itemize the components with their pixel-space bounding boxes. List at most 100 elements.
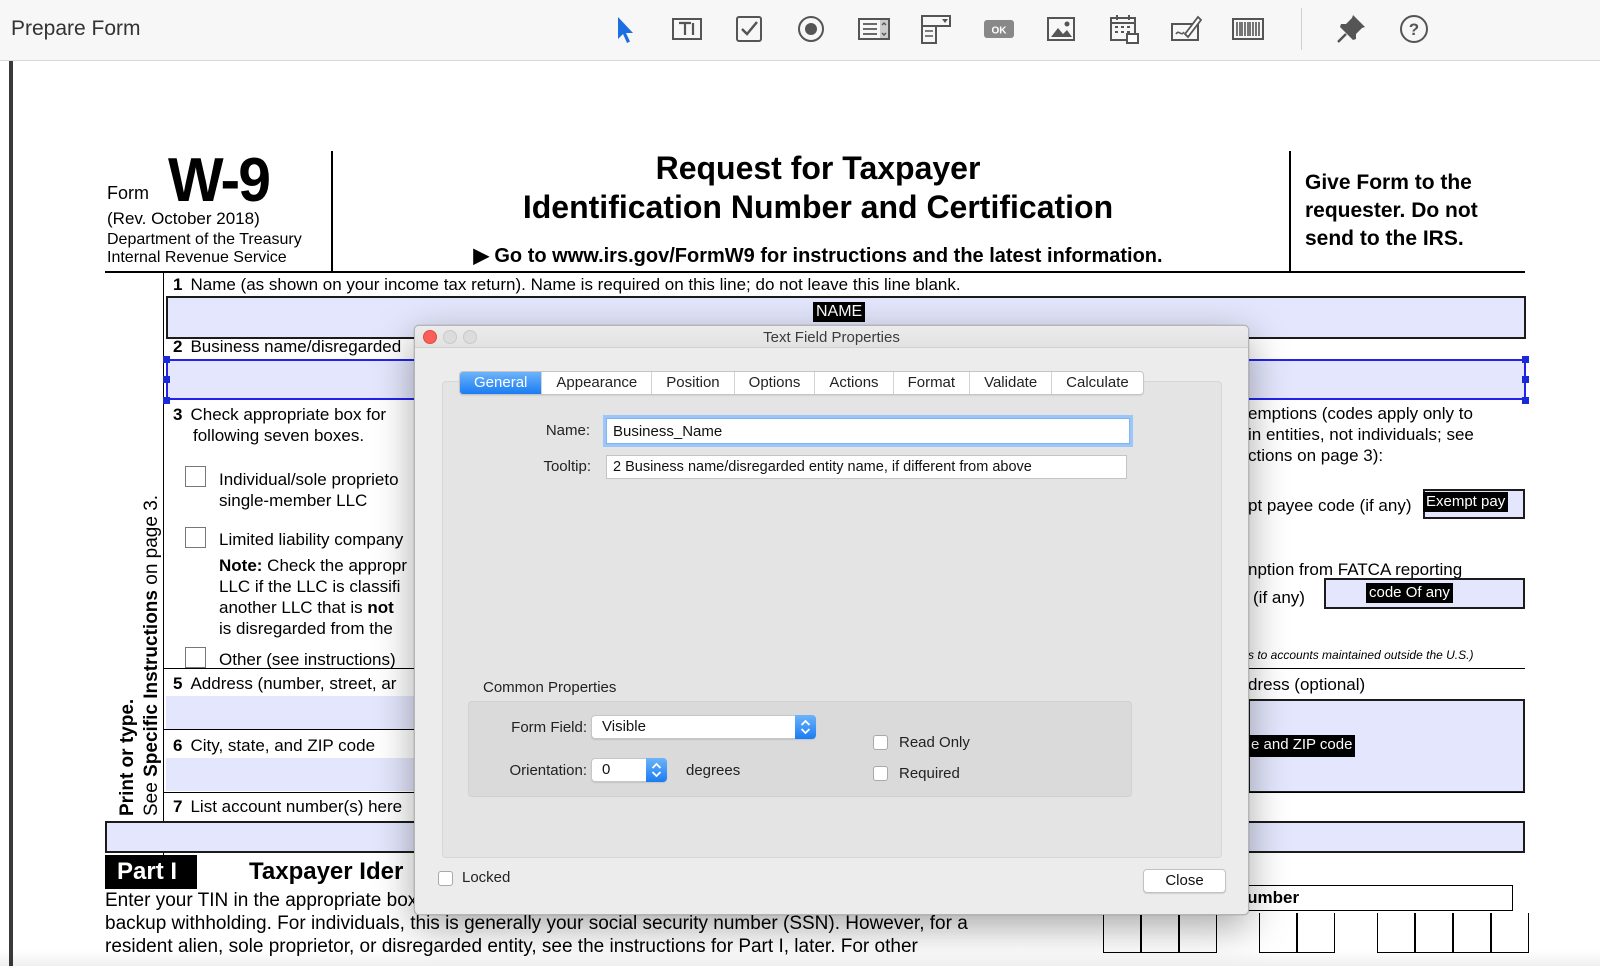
- dialog-title: Text Field Properties: [415, 329, 1248, 346]
- form-field-select[interactable]: Visible: [591, 715, 816, 739]
- ssn-digit-box[interactable]: [1179, 913, 1217, 953]
- note-bold: Note:: [219, 556, 262, 575]
- note-line4: is disregarded from the: [219, 618, 407, 639]
- address-field[interactable]: [166, 696, 446, 729]
- checkbox-other-label: Other (see instructions): [219, 649, 396, 670]
- header-rule: [105, 271, 1525, 273]
- tab-options[interactable]: Options: [734, 372, 815, 394]
- updown-chevron-icon: [646, 758, 667, 782]
- form-title: Request for Taxpayer Identification Numb…: [343, 149, 1293, 227]
- resize-handle-mr[interactable]: [1522, 376, 1529, 383]
- resize-handle-tl[interactable]: [163, 356, 170, 363]
- line1-text: Name (as shown on your income tax return…: [190, 275, 960, 294]
- dialog-titlebar[interactable]: Text Field Properties: [415, 326, 1248, 348]
- checkbox-llc-label: Limited liability company: [219, 529, 403, 550]
- read-only-checkbox[interactable]: [873, 735, 888, 750]
- applies-note: s to accounts maintained outside the U.S…: [1248, 645, 1473, 666]
- tab-calculate[interactable]: Calculate: [1051, 372, 1143, 394]
- resize-handle-bl[interactable]: [163, 397, 170, 404]
- note-line3b: not: [367, 598, 393, 617]
- tab-actions[interactable]: Actions: [814, 372, 892, 394]
- line7-text: List account number(s) here: [190, 797, 402, 816]
- form-revision: (Rev. October 2018): [107, 209, 260, 229]
- list-box-icon[interactable]: [854, 9, 894, 49]
- required-checkbox[interactable]: [873, 766, 888, 781]
- line7-label: 7 List account number(s) here: [173, 797, 402, 817]
- checkbox-other[interactable]: [185, 647, 206, 668]
- department-text: Department of the Treasury: [107, 231, 337, 249]
- button-icon[interactable]: OK: [979, 9, 1019, 49]
- form-goto-instruction: ▶ Go to www.irs.gov/FormW9 for instructi…: [343, 243, 1293, 268]
- required-label: Required: [899, 765, 960, 782]
- ssn-digit-box[interactable]: [1491, 913, 1529, 953]
- text-field-icon[interactable]: [667, 9, 707, 49]
- pin-icon[interactable]: [1331, 9, 1371, 49]
- tab-position[interactable]: Position: [651, 372, 733, 394]
- tooltip-input[interactable]: [606, 455, 1127, 479]
- right-rule: [1248, 668, 1525, 669]
- image-icon[interactable]: [1041, 9, 1081, 49]
- llc-note: Note: Check the appropr LLC if the LLC i…: [219, 555, 407, 639]
- ssn-digit-box[interactable]: [1141, 913, 1179, 953]
- locked-checkbox[interactable]: [438, 871, 453, 886]
- degrees-label: degrees: [686, 762, 740, 779]
- updown-chevron-icon: [795, 715, 816, 739]
- line2-number: 2: [173, 337, 182, 356]
- resize-handle-ml[interactable]: [163, 376, 170, 383]
- barcode-icon[interactable]: [1228, 9, 1268, 49]
- exempt-payee-label: pt payee code (if any): [1248, 495, 1411, 516]
- exempt-payee-tag: Exempt pay: [1423, 492, 1508, 512]
- part-label: Part I: [105, 855, 197, 889]
- help-icon[interactable]: ?: [1394, 9, 1434, 49]
- ssn-digit-box[interactable]: [1453, 913, 1491, 953]
- tab-format[interactable]: Format: [893, 372, 970, 394]
- ssn-digit-box[interactable]: [1377, 913, 1415, 953]
- close-button[interactable]: Close: [1143, 869, 1226, 893]
- signature-icon[interactable]: [1166, 9, 1206, 49]
- ssn-digit-box[interactable]: [1297, 913, 1335, 953]
- line7-number: 7: [173, 797, 182, 816]
- resize-handle-br[interactable]: [1522, 397, 1529, 404]
- properties-tabs: General Appearance Position Options Acti…: [459, 371, 1144, 395]
- checkbox-individual[interactable]: [185, 466, 206, 487]
- side-note-bold: Specific Instructions: [141, 590, 162, 777]
- tab-general[interactable]: General: [460, 372, 541, 394]
- orientation-select[interactable]: 0: [591, 758, 667, 782]
- name-input[interactable]: [606, 418, 1130, 444]
- ssn-digit-box[interactable]: [1415, 913, 1453, 953]
- fatca-if-any: (if any): [1253, 587, 1305, 608]
- checkbox-llc[interactable]: [185, 527, 206, 548]
- note-line3a: another LLC that is: [219, 598, 367, 617]
- form-department: Department of the Treasury Internal Reve…: [107, 231, 337, 267]
- side-note-suffix: on page 3.: [141, 495, 162, 590]
- ssn-digit-box[interactable]: [1103, 913, 1141, 953]
- name-label: Name:: [510, 422, 590, 439]
- select-arrow-icon[interactable]: [604, 9, 644, 49]
- button-icon-label: OK: [992, 26, 1008, 37]
- tab-validate[interactable]: Validate: [969, 372, 1051, 394]
- common-properties-title: Common Properties: [483, 679, 616, 696]
- exemptions-text: emptions (codes apply only to in entitie…: [1248, 403, 1474, 466]
- zip-tag: e and ZIP code: [1248, 735, 1355, 757]
- form-field-label: Form Field:: [475, 719, 587, 736]
- line3-number: 3: [173, 405, 182, 424]
- dropdown-icon[interactable]: [916, 9, 956, 49]
- line6-text: City, state, and ZIP code: [190, 736, 375, 755]
- fatca-tag: code Of any: [1366, 583, 1453, 603]
- form-field-value: Visible: [602, 718, 646, 735]
- ssn-boxes[interactable]: [1103, 913, 1529, 953]
- checkbox-icon[interactable]: [729, 9, 769, 49]
- name-field-tag: NAME: [813, 302, 865, 322]
- date-field-icon[interactable]: [1104, 9, 1144, 49]
- ssn-digit-box[interactable]: [1259, 913, 1297, 953]
- exemptions-line1: emptions (codes apply only to: [1248, 403, 1474, 424]
- radio-button-icon[interactable]: [791, 9, 831, 49]
- individual-label-a: Individual/sole proprieto: [219, 469, 399, 490]
- resize-handle-tr[interactable]: [1522, 356, 1529, 363]
- line3-text-a: Check appropriate box for: [190, 405, 386, 424]
- city-state-zip-field[interactable]: [166, 758, 446, 791]
- tab-appearance[interactable]: Appearance: [541, 372, 651, 394]
- line1-number: 1: [173, 275, 182, 294]
- line6-label: 6City, state, and ZIP code: [173, 736, 375, 756]
- line5-number: 5: [173, 674, 182, 693]
